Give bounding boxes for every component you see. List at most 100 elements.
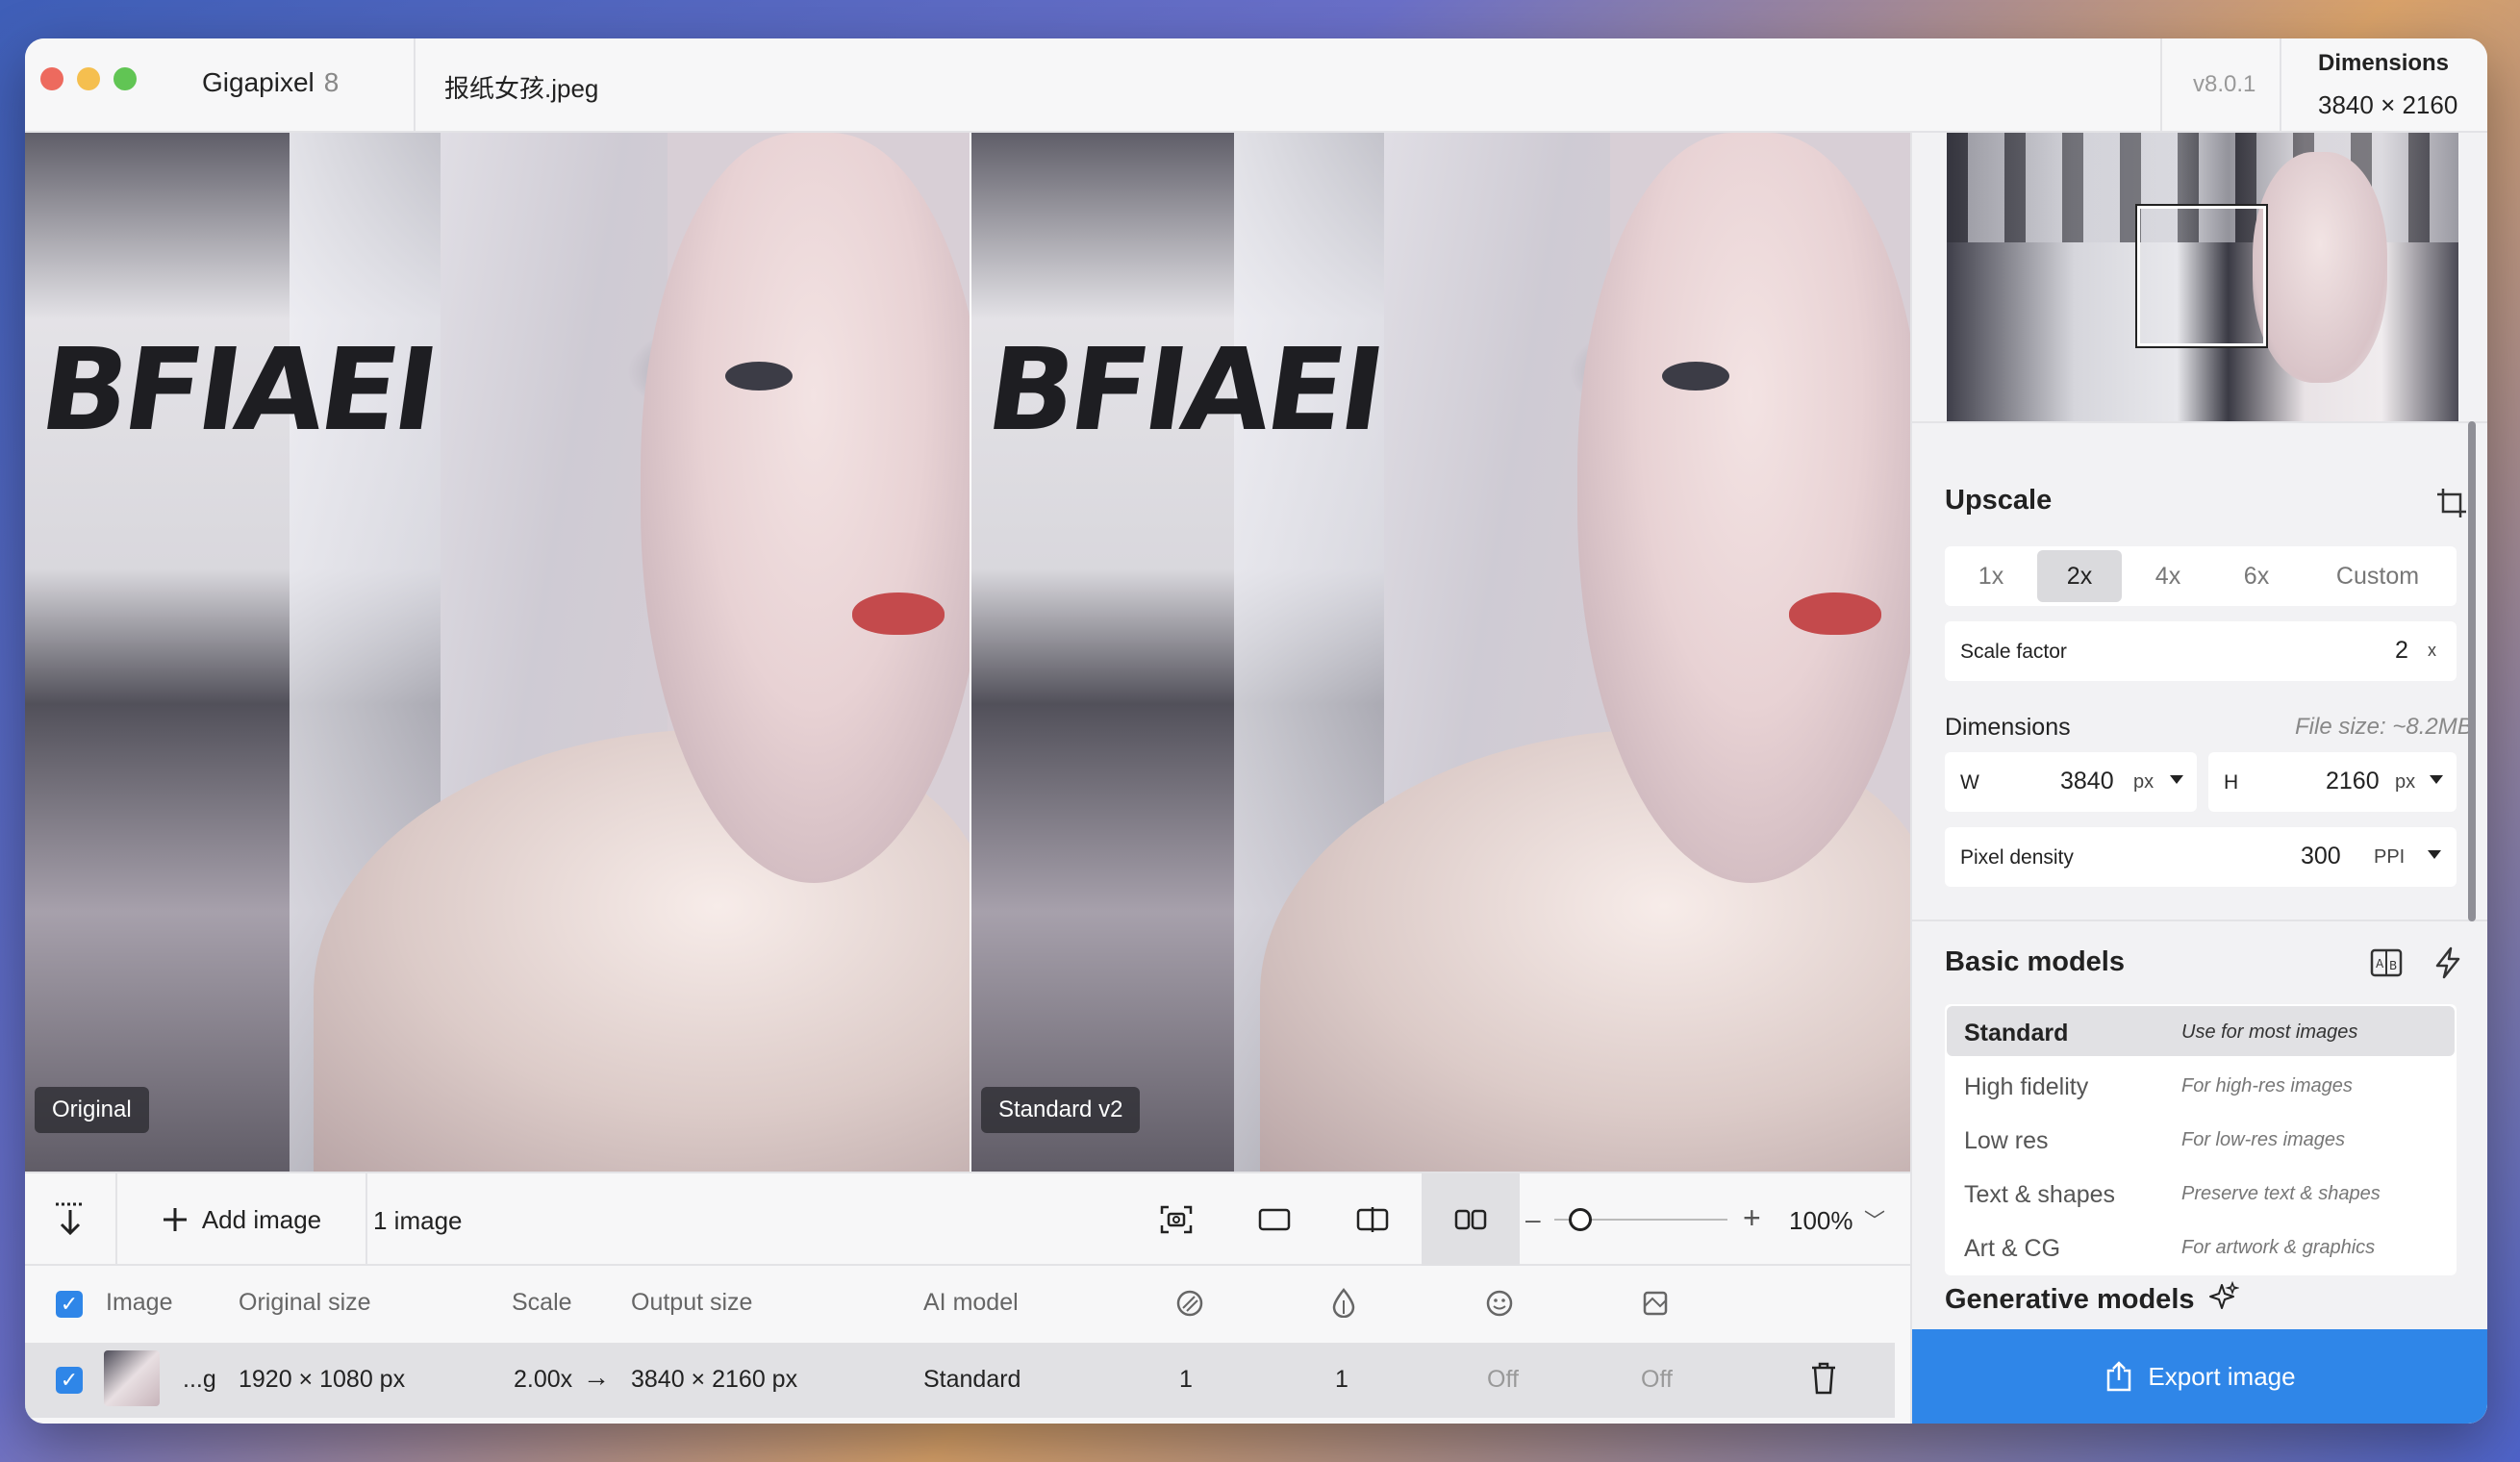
download-arrow-icon [56,1202,85,1236]
image-comparison-viewer[interactable]: BFIAEI Original BFIAEI Standard v2 [25,133,1910,1172]
generative-models-title[interactable]: Generative models [1945,1280,2240,1316]
model-item-standard[interactable]: Standard Use for most images [1947,1006,2455,1056]
basic-models-title: Basic models [1945,946,2125,977]
add-image-label: Add image [201,1204,322,1234]
model-description: Preserve text & shapes [2181,1183,2381,1204]
preview-pane[interactable]: BFIAEI Standard v2 [971,133,1910,1172]
face-recovery-icon [1486,1290,1513,1317]
pixel-density-field[interactable]: Pixel density 300 PPI [1945,827,2457,887]
pixel-density-dropdown-icon[interactable] [2428,850,2441,859]
row-checkbox[interactable]: ✓ [56,1367,83,1394]
model-description: For artwork & graphics [2181,1237,2376,1258]
close-window-button[interactable] [40,67,63,90]
navigator-viewport-box[interactable] [2135,204,2268,348]
titlebar-divider [2280,38,2281,133]
width-value[interactable]: 3840 [2060,768,2114,795]
upscale-title: Upscale [1945,485,2053,516]
generative-models-label: Generative models [1945,1284,2195,1315]
app-name-text: Gigapixel [202,67,315,97]
zoom-slider-handle[interactable] [1569,1208,1592,1231]
split-view-icon [1356,1207,1389,1232]
height-unit-dropdown-icon[interactable] [2430,775,2443,784]
row-color: Off [1641,1366,1673,1393]
newspaper-headline: BFIAEI [979,323,1389,456]
pixel-density-value[interactable]: 300 [2301,843,2341,870]
sharpen-drop-icon [1332,1288,1355,1318]
model-label: Standard v2 [981,1087,1141,1133]
import-button[interactable] [25,1173,117,1266]
model-item-low-res[interactable]: Low res For low-res images [1947,1114,2455,1164]
table-row[interactable]: ✓ ...g 1920 × 1080 px 2.00x → 3840 × 216… [25,1343,1895,1418]
zoom-level[interactable]: 100% [1789,1206,1853,1236]
column-original-size[interactable]: Original size [239,1289,371,1317]
column-ai-model[interactable]: AI model [923,1289,1019,1317]
scale-option-2x[interactable]: 2x [2037,550,2122,602]
scale-factor-label: Scale factor [1960,641,2067,663]
height-field[interactable]: H 2160 px [2208,752,2457,812]
width-field[interactable]: W 3840 px [1945,752,2197,812]
model-list: Standard Use for most images High fideli… [1945,1004,2457,1275]
row-ai-model[interactable]: Standard [923,1366,1021,1394]
scale-option-1x[interactable]: 1x [1949,550,2033,602]
lightning-icon[interactable] [2433,946,2462,979]
width-unit-dropdown-icon[interactable] [2170,775,2183,784]
export-image-label: Export image [2148,1361,2296,1391]
model-name: Art & CG [1964,1235,2061,1262]
chevron-down-icon[interactable]: ﹀ [1864,1204,1885,1235]
split-view-button[interactable] [1323,1173,1422,1266]
column-output-size[interactable]: Output size [631,1289,752,1317]
single-view-button[interactable] [1225,1173,1323,1266]
preview-face-shape [2253,152,2387,383]
model-item-text-shapes[interactable]: Text & shapes Preserve text & shapes [1947,1168,2455,1218]
title-bar: Gigapixel 8 报纸女孩.jpeg v8.0.1 Dimensions 3… [25,38,2487,133]
dimensions-title: Dimensions [1945,714,2071,741]
scale-factor-field[interactable]: Scale factor 2 x [1945,621,2457,681]
add-image-button[interactable]: Add image [117,1173,367,1266]
dimensions-value: 3840 × 2160 [2318,90,2458,119]
select-all-checkbox[interactable]: ✓ [56,1291,83,1318]
screenshot-view-button[interactable] [1127,1173,1225,1266]
side-by-side-view-button[interactable] [1422,1173,1520,1266]
pixel-density-label: Pixel density [1960,846,2074,869]
row-face-recovery: Off [1487,1366,1519,1393]
column-image[interactable]: Image [106,1289,172,1317]
column-scale[interactable]: Scale [512,1289,572,1317]
scale-option-6x[interactable]: 6x [2214,550,2299,602]
image-queue-table: ✓ Image Original size Scale Output size … [25,1266,1910,1424]
navigator-preview[interactable] [1947,133,2458,421]
share-upload-icon [2107,1361,2131,1392]
image-thumbnail [104,1350,160,1406]
row-original-size: 1920 × 1080 px [239,1366,406,1393]
crop-icon[interactable] [2435,487,2468,519]
model-name: Low res [1964,1127,2049,1154]
height-value[interactable]: 2160 [2326,768,2380,795]
panel-divider [1912,421,2487,423]
export-image-button[interactable]: Export image [1912,1329,2487,1424]
row-denoise: 1 [1179,1366,1193,1393]
panel-scrollbar[interactable] [2468,421,2476,921]
scale-option-custom[interactable]: Custom [2303,550,2453,602]
zoom-window-button[interactable] [113,67,137,90]
row-output-size: 3840 × 2160 px [631,1366,798,1393]
row-scale: 2.00x [514,1366,573,1393]
scale-option-4x[interactable]: 4x [2126,550,2210,602]
titlebar-divider [414,38,416,133]
minimize-window-button[interactable] [77,67,100,90]
face-shape [1577,133,1910,883]
zoom-out-icon[interactable]: – [1525,1204,1541,1235]
arrow-right-icon: → [583,1362,610,1392]
sparkle-icon [2208,1280,2240,1309]
trash-icon[interactable] [1810,1362,1837,1395]
app-version: v8.0.1 [2193,71,2256,97]
svg-text:A: A [2376,957,2384,970]
image-count: 1 image [373,1206,463,1235]
model-item-high-fidelity[interactable]: High fidelity For high-res images [1947,1060,2455,1110]
model-item-art-cg[interactable]: Art & CG For artwork & graphics [1947,1222,2455,1272]
zoom-in-icon[interactable]: + [1743,1200,1761,1236]
original-pane[interactable]: BFIAEI Original [25,133,970,1172]
scale-factor-value[interactable]: 2 [2395,637,2408,665]
app-major-version: 8 [323,67,340,97]
dimensions-label: Dimensions [2318,50,2450,76]
compare-models-icon[interactable]: A B [2370,946,2403,979]
zoom-control: – + [1525,1200,1776,1239]
